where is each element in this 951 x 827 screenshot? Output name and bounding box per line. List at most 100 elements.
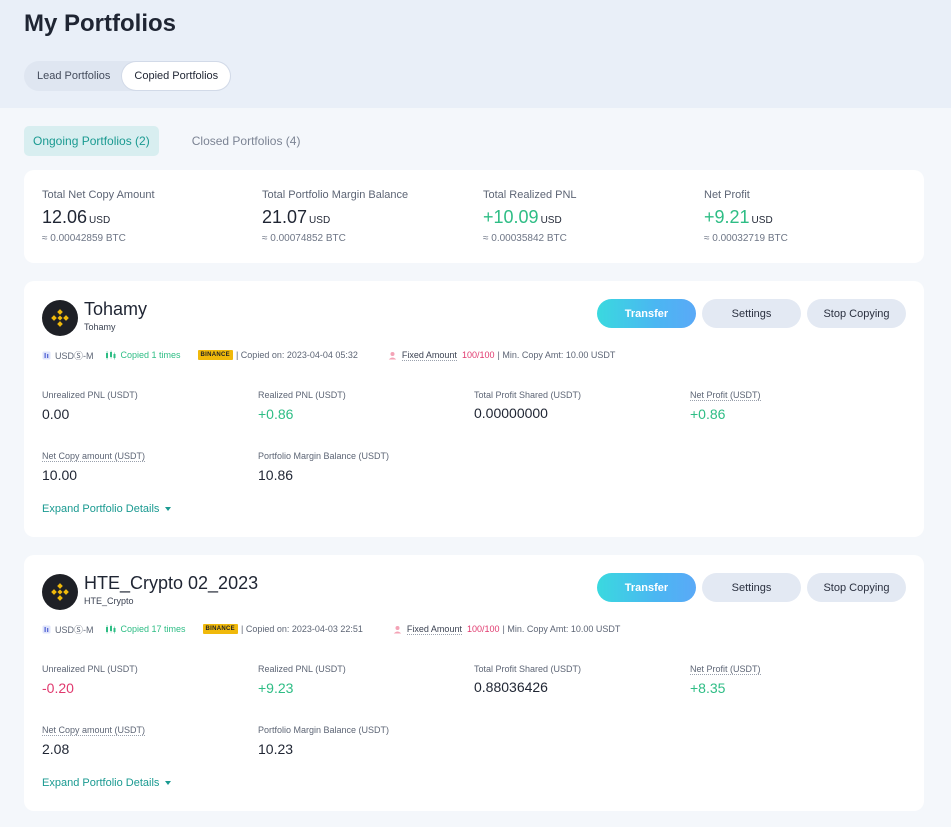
page-title: My Portfolios	[24, 10, 177, 37]
stat-label[interactable]: Net Copy amount (USDT)	[42, 725, 146, 736]
portfolio-type-switch: Lead Portfolios Copied Portfolios	[24, 61, 232, 91]
caret-down-icon	[165, 781, 172, 785]
summary-unit: USD	[751, 215, 773, 226]
expand-label: Expand Portfolio Details	[42, 777, 160, 789]
market-type: USDⓈ-M	[55, 350, 94, 361]
transfer-button[interactable]: Transfer	[597, 573, 696, 602]
stat-realized-pnl: Realized PNL (USDT) +9.23	[258, 663, 346, 696]
expand-label: Expand Portfolio Details	[42, 503, 160, 515]
summary-total-margin-balance: Total Portfolio Margin Balance 21.07 USD …	[262, 189, 408, 244]
portfolio-lead-user: Tohamy	[84, 322, 116, 332]
stat-net-profit: Net Profit (USDT) +8.35	[690, 663, 761, 696]
futures-icon	[42, 625, 51, 634]
stat-value: +8.35	[690, 680, 726, 696]
summary-btc: ≈ 0.00074852 BTC	[262, 233, 346, 244]
summary-card: Total Net Copy Amount 12.06 USD ≈ 0.00042…	[24, 170, 924, 263]
portfolio-status-tabs: Ongoing Portfolios (2) Closed Portfolios…	[24, 126, 333, 156]
min-copy-amount: | Min. Copy Amt: 10.00 USDT	[497, 350, 616, 360]
min-copy-amount: | Min. Copy Amt: 10.00 USDT	[502, 624, 621, 634]
user-icon	[388, 351, 397, 360]
tab-ongoing-portfolios[interactable]: Ongoing Portfolios (2)	[24, 126, 159, 156]
summary-value: 12.06	[42, 207, 88, 227]
stat-label[interactable]: Net Copy amount (USDT)	[42, 451, 146, 462]
portfolio-meta-row: USDⓈ-M Copied 1 times BINANCE | Copied o…	[42, 349, 615, 361]
summary-value: 21.07	[262, 207, 308, 227]
candlestick-icon	[105, 624, 116, 634]
summary-value: +10.09	[483, 207, 539, 227]
summary-unit: USD	[309, 215, 331, 226]
portfolio-card: Tohamy Tohamy Transfer Settings Stop Cop…	[24, 281, 924, 537]
portfolio-lead-user: HTE_Crypto	[84, 596, 134, 606]
stat-value: 0.88036426	[474, 679, 548, 695]
portfolio-meta-row: USDⓈ-M Copied 17 times BINANCE | Copied …	[42, 623, 620, 635]
tab-closed-portfolios[interactable]: Closed Portfolios (4)	[183, 126, 310, 156]
copy-slots: 100/100	[461, 350, 495, 360]
stat-value: +0.86	[258, 406, 294, 422]
stat-value: 10.86	[258, 467, 294, 483]
stat-label: Total Profit Shared (USDT)	[474, 390, 582, 400]
candlestick-icon	[105, 350, 116, 360]
summary-label: Total Portfolio Margin Balance	[262, 189, 409, 201]
stat-value: +0.86	[690, 406, 726, 422]
stat-value: 0.00	[42, 406, 70, 422]
stat-net-profit: Net Profit (USDT) +0.86	[690, 389, 761, 422]
stat-label: Unrealized PNL (USDT)	[42, 390, 138, 400]
expand-portfolio-details[interactable]: Expand Portfolio Details	[42, 503, 172, 515]
stat-realized-pnl: Realized PNL (USDT) +0.86	[258, 389, 346, 422]
portfolio-name[interactable]: Tohamy	[84, 299, 147, 320]
copy-mode[interactable]: Fixed Amount	[406, 624, 462, 635]
stat-value: 10.23	[258, 741, 294, 757]
binance-badge: BINANCE	[197, 350, 233, 360]
summary-btc: ≈ 0.00032719 BTC	[704, 233, 788, 244]
stat-total-profit-shared: Total Profit Shared (USDT) 0.88036426	[474, 663, 581, 695]
stat-label: Unrealized PNL (USDT)	[42, 664, 138, 674]
page-header: My Portfolios Lead Portfolios Copied Por…	[0, 0, 951, 108]
stat-label: Portfolio Margin Balance (USDT)	[258, 725, 390, 735]
stop-copying-button[interactable]: Stop Copying	[807, 299, 906, 328]
summary-net-profit: Net Profit +9.21 USD ≈ 0.00032719 BTC	[704, 189, 788, 244]
summary-total-realized-pnl: Total Realized PNL +10.09 USD ≈ 0.0003584…	[483, 189, 577, 244]
settings-button[interactable]: Settings	[702, 573, 801, 602]
portfolio-name[interactable]: HTE_Crypto 02_2023	[84, 573, 258, 594]
expand-portfolio-details[interactable]: Expand Portfolio Details	[42, 777, 172, 789]
stat-net-copy-amount: Net Copy amount (USDT) 2.08	[42, 724, 146, 757]
transfer-button[interactable]: Transfer	[597, 299, 696, 328]
summary-value: +9.21	[704, 207, 750, 227]
copied-on-date: | Copied on: 2023-04-03 22:51	[240, 624, 363, 634]
summary-total-net-copy: Total Net Copy Amount 12.06 USD ≈ 0.00042…	[42, 189, 155, 244]
stat-label[interactable]: Net Profit (USDT)	[690, 664, 761, 675]
stop-copying-button[interactable]: Stop Copying	[807, 573, 906, 602]
futures-icon	[42, 351, 51, 360]
copied-times: Copied 17 times	[120, 624, 186, 634]
portfolio-card: HTE_Crypto 02_2023 HTE_Crypto Transfer S…	[24, 555, 924, 811]
binance-logo-icon	[42, 300, 78, 336]
copied-portfolios-toggle[interactable]: Copied Portfolios	[122, 62, 231, 90]
summary-btc: ≈ 0.00042859 BTC	[42, 233, 126, 244]
summary-unit: USD	[540, 215, 562, 226]
binance-logo-icon	[42, 574, 78, 610]
settings-button[interactable]: Settings	[702, 299, 801, 328]
copied-times: Copied 1 times	[120, 350, 181, 360]
stat-total-profit-shared: Total Profit Shared (USDT) 0.00000000	[474, 389, 581, 421]
stat-label[interactable]: Net Profit (USDT)	[690, 390, 761, 401]
summary-label: Net Profit	[704, 189, 750, 201]
summary-label: Total Net Copy Amount	[42, 189, 155, 201]
copied-on-date: | Copied on: 2023-04-04 05:32	[235, 350, 358, 360]
summary-unit: USD	[89, 215, 111, 226]
stat-value: -0.20	[42, 680, 74, 696]
stat-margin-balance: Portfolio Margin Balance (USDT) 10.86	[258, 450, 389, 483]
lead-portfolios-toggle[interactable]: Lead Portfolios	[25, 62, 122, 90]
stat-value: +9.23	[258, 680, 294, 696]
summary-btc: ≈ 0.00035842 BTC	[483, 233, 567, 244]
stat-label: Realized PNL (USDT)	[258, 390, 346, 400]
stat-value: 10.00	[42, 467, 78, 483]
stat-unrealized-pnl: Unrealized PNL (USDT) 0.00	[42, 389, 138, 422]
stat-label: Total Profit Shared (USDT)	[474, 664, 582, 674]
copy-mode[interactable]: Fixed Amount	[401, 350, 457, 361]
market-type: USDⓈ-M	[55, 624, 94, 635]
binance-badge: BINANCE	[202, 624, 238, 634]
stat-unrealized-pnl: Unrealized PNL (USDT) -0.20	[42, 663, 138, 696]
stat-label: Portfolio Margin Balance (USDT)	[258, 451, 390, 461]
copy-slots: 100/100	[466, 624, 500, 634]
user-icon	[393, 625, 402, 634]
